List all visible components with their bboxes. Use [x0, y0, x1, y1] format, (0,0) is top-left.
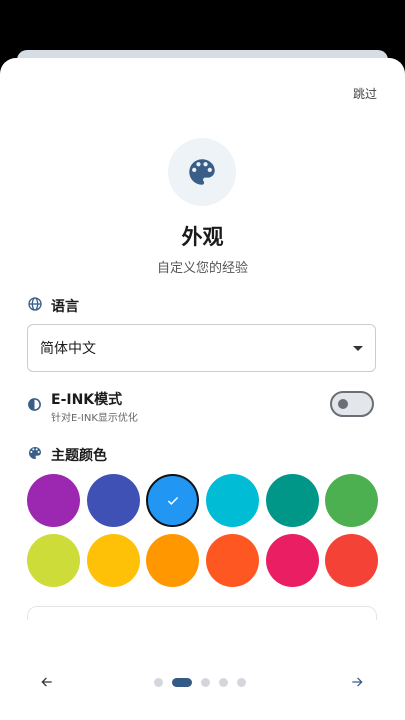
page-dot [219, 678, 228, 687]
color-swatch[interactable] [87, 474, 140, 527]
page-dot [237, 678, 246, 687]
dropdown-arrow-icon [353, 345, 363, 351]
palette-icon [168, 138, 236, 206]
page-title: 外观 [181, 225, 224, 249]
onboarding-sheet: 跳过 外观 自定义您的经验 语言 简体中文 E-INK模式 针对E-INK显示优… [0, 58, 405, 720]
color-swatch[interactable] [27, 534, 80, 587]
theme-section-header: 主题颜色 [27, 445, 107, 465]
skip-button[interactable]: 跳过 [353, 85, 377, 102]
eink-toggle[interactable] [330, 391, 374, 417]
color-swatch[interactable] [206, 534, 259, 587]
color-swatch[interactable] [266, 534, 319, 587]
page-subtitle: 自定义您的经验 [156, 261, 248, 276]
color-swatch[interactable] [266, 474, 319, 527]
toggle-knob [338, 399, 348, 409]
color-swatch[interactable] [206, 474, 259, 527]
next-button[interactable] [345, 670, 369, 694]
scroll-fade [0, 620, 405, 660]
back-button[interactable] [35, 670, 59, 694]
color-swatch[interactable] [325, 534, 378, 587]
page-dot [172, 678, 192, 687]
color-swatch[interactable] [325, 474, 378, 527]
contrast-icon [27, 397, 42, 416]
language-select[interactable]: 简体中文 [27, 324, 376, 372]
color-swatch[interactable] [87, 534, 140, 587]
language-selected-value: 简体中文 [40, 341, 96, 357]
color-swatch[interactable] [146, 534, 199, 587]
language-section-header: 语言 [27, 296, 79, 316]
globe-icon [27, 296, 43, 316]
color-swatch[interactable] [27, 474, 80, 527]
eink-title: E-INK模式 [51, 392, 123, 408]
page-dot [154, 678, 163, 687]
language-label: 语言 [51, 299, 79, 315]
eink-description: 针对E-INK显示优化 [51, 413, 138, 424]
arrow-left-icon [41, 677, 52, 687]
theme-color-label: 主题颜色 [51, 448, 107, 464]
palette-icon [27, 445, 43, 465]
page-indicator [154, 678, 246, 687]
check-icon [167, 496, 178, 505]
page-dot [201, 678, 210, 687]
color-swatch[interactable] [146, 474, 199, 527]
arrow-right-icon [352, 677, 363, 687]
